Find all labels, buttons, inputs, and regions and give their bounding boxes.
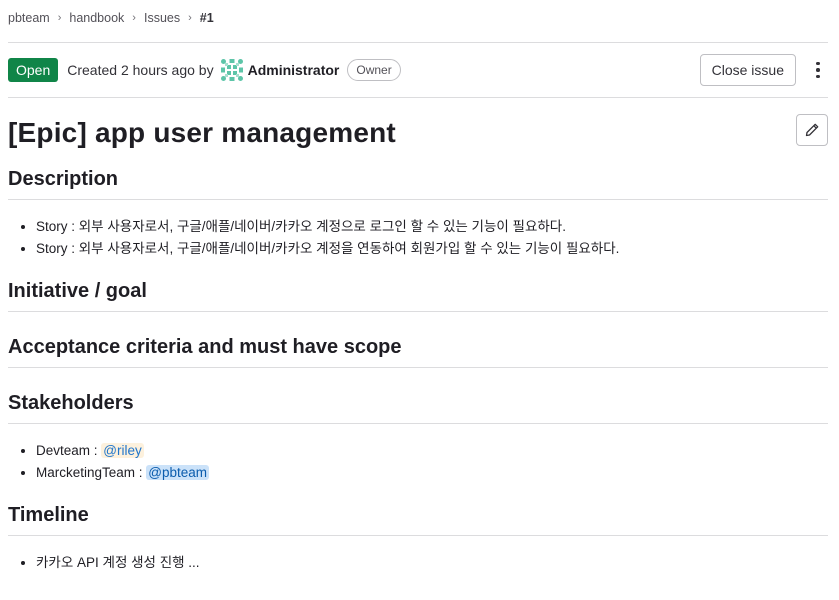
breadcrumb: pbteam › handbook › Issues › #1 [8, 0, 828, 43]
kebab-dot [816, 61, 820, 66]
description-list: Story : 외부 사용자로서, 구글/애플/네이버/카카오 계정으로 로그인… [8, 216, 828, 260]
list-item: MarcketingTeam : @pbteam [36, 462, 828, 484]
breadcrumb-item-issues[interactable]: Issues [144, 11, 180, 25]
title-row: [Epic] app user management [8, 98, 828, 168]
created-text: Created 2 hours ago by [67, 62, 214, 78]
author-name[interactable]: Administrator [248, 62, 340, 78]
breadcrumb-separator: › [57, 12, 62, 24]
acceptance-heading: Acceptance criteria and must have scope [8, 336, 828, 368]
kebab-dot [816, 68, 820, 72]
edit-title-button[interactable] [796, 114, 828, 146]
user-mention-riley[interactable]: @riley [101, 443, 144, 458]
stakeholder-label: MarcketingTeam : [36, 465, 147, 480]
kebab-dot [816, 74, 820, 79]
role-badge: Owner [347, 59, 401, 81]
author-avatar[interactable] [219, 58, 244, 82]
pencil-icon [805, 123, 819, 137]
stakeholder-label: Devteam : [36, 443, 102, 458]
breadcrumb-separator: › [188, 12, 192, 24]
description-heading: Description [8, 168, 828, 200]
close-issue-button[interactable]: Close issue [699, 54, 796, 86]
issue-title: [Epic] app user management [8, 117, 396, 148]
identicon-avatar-icon [219, 58, 244, 82]
breadcrumb-separator: › [132, 12, 136, 24]
status-badge: Open [8, 58, 59, 82]
list-item: Story : 외부 사용자로서, 구글/애플/네이버/카카오 계정으로 로그인… [36, 216, 828, 238]
issue-page: pbteam › handbook › Issues › #1 Open Cre… [0, 0, 839, 600]
breadcrumb-item-handbook[interactable]: handbook [69, 11, 124, 25]
list-item: Story : 외부 사용자로서, 구글/애플/네이버/카카오 계정을 연동하여… [36, 238, 828, 260]
issue-meta: Created 2 hours ago by Administrator Own… [67, 58, 401, 82]
stakeholders-list: Devteam : @riley MarcketingTeam : @pbtea… [8, 440, 828, 484]
initiative-heading: Initiative / goal [8, 280, 828, 312]
more-actions-icon[interactable] [808, 54, 828, 86]
breadcrumb-current[interactable]: #1 [200, 11, 214, 25]
list-item: Devteam : @riley [36, 440, 828, 462]
timeline-list: 카카오 API 계정 생성 진행 ... [8, 552, 828, 574]
group-mention-pbteam[interactable]: @pbteam [146, 465, 210, 480]
timeline-heading: Timeline [8, 504, 828, 536]
breadcrumb-item-pbteam[interactable]: pbteam [8, 11, 50, 25]
list-item: 카카오 API 계정 생성 진행 ... [36, 552, 828, 574]
issue-header: Open Created 2 hours ago by Administrato… [8, 43, 828, 98]
stakeholders-heading: Stakeholders [8, 392, 828, 424]
